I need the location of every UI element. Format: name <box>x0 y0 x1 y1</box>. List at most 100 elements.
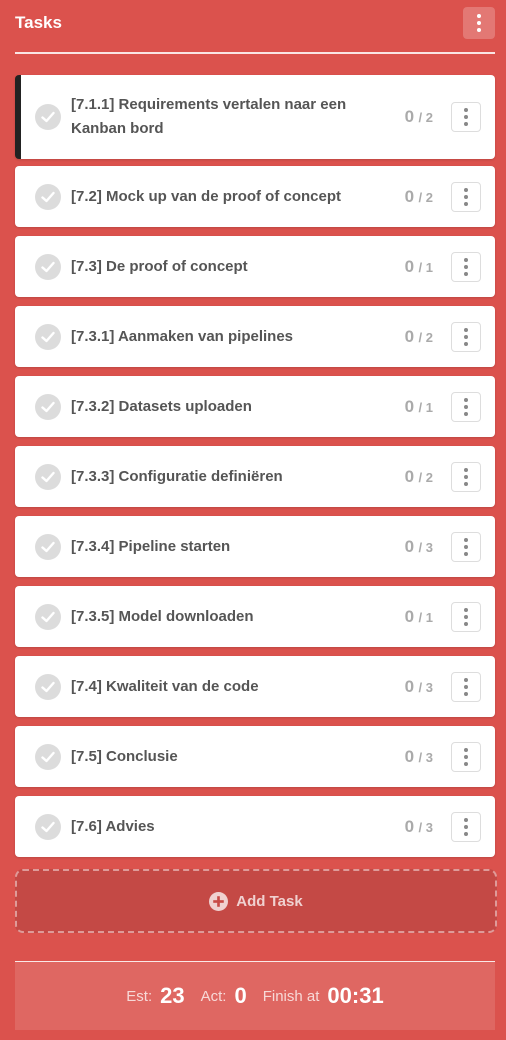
task-item[interactable]: [7.3.3] Configuratie definiëren 0 / 2 <box>15 446 495 507</box>
act-count: 0 <box>404 606 415 626</box>
check-circle-icon[interactable] <box>35 813 61 840</box>
kebab-dot <box>464 761 468 766</box>
check-circle-icon[interactable] <box>35 393 61 420</box>
kebab-menu-icon <box>464 327 468 332</box>
kebab-dot <box>464 824 468 829</box>
est-count: / 1 <box>418 399 433 415</box>
kebab-dot <box>464 481 468 486</box>
est-count: / 2 <box>418 110 433 125</box>
act-count: 0 <box>404 107 415 126</box>
task-item[interactable]: [7.5] Conclusie 0 / 3 <box>15 726 495 787</box>
check-circle-icon[interactable] <box>35 323 61 350</box>
task-name: [7.3.3] Configuratie definiëren <box>71 467 283 485</box>
check-circle-icon[interactable] <box>35 253 61 280</box>
est-count: / 3 <box>418 819 433 835</box>
task-menu-button[interactable] <box>451 391 481 422</box>
pomodoro-count: 0 / 2 <box>405 107 433 127</box>
task-item[interactable]: [7.3.4] Pipeline starten 0 / 3 <box>15 516 495 577</box>
pomodoro-count: 0 / 2 <box>405 467 433 487</box>
task-menu-button[interactable] <box>451 811 481 842</box>
kebab-dot <box>464 194 468 199</box>
est-value: 23 <box>160 983 185 1008</box>
task-item[interactable]: [7.3.1] Aanmaken van pipelines 0 / 2 <box>15 306 495 367</box>
est-count: / 3 <box>418 539 433 555</box>
check-circle-icon[interactable] <box>35 533 61 560</box>
kebab-dot <box>464 621 468 626</box>
kebab-dot <box>464 404 468 409</box>
act-label: Act: <box>200 987 227 1005</box>
task-name: [7.3.4] Pipeline starten <box>71 537 231 555</box>
add-task-label: Add Task <box>236 892 303 910</box>
task-menu-button[interactable] <box>451 741 481 772</box>
task-menu-button[interactable] <box>451 251 481 282</box>
kebab-dot <box>464 411 468 416</box>
check-circle-icon[interactable] <box>35 183 61 210</box>
est-count: / 2 <box>418 329 433 345</box>
task-menu-button[interactable] <box>451 102 481 132</box>
pomodoro-count: 0 / 1 <box>405 607 433 627</box>
kebab-menu-icon <box>464 747 468 752</box>
task-name: [7.3] De proof of concept <box>71 257 248 275</box>
pomodoro-count: 0 / 3 <box>405 817 433 837</box>
kebab-dot <box>464 264 468 269</box>
header-menu-button[interactable] <box>463 7 495 39</box>
act-count: 0 <box>404 466 415 486</box>
check-circle-icon[interactable] <box>35 104 61 130</box>
est-count: / 1 <box>418 259 433 275</box>
est-count: / 3 <box>418 679 433 695</box>
check-circle-icon[interactable] <box>35 743 61 770</box>
kebab-dot <box>464 271 468 276</box>
check-circle-icon[interactable] <box>35 673 61 700</box>
page-title: Tasks <box>15 13 62 32</box>
task-name: [7.6] Advies <box>71 817 155 835</box>
act-count: 0 <box>404 536 415 556</box>
pomodoro-count: 0 / 1 <box>405 397 433 417</box>
kebab-menu-icon <box>464 607 468 612</box>
kebab-dot <box>464 684 468 689</box>
tasks-header: Tasks <box>15 0 495 54</box>
task-name: [7.2] Mock up van de proof of concept <box>71 187 342 205</box>
task-item[interactable]: [7.3.2] Datasets uploaden 0 / 1 <box>15 376 495 437</box>
task-item[interactable]: [7.2] Mock up van de proof of concept 0 … <box>15 166 495 227</box>
check-circle-icon[interactable] <box>35 603 61 630</box>
add-task-button[interactable]: Add Task <box>15 869 497 933</box>
footer-summary: Est: 23 Act: 0 Finish at 00:31 <box>15 961 495 1030</box>
pomodoro-count: 0 / 3 <box>405 747 433 767</box>
task-menu-button[interactable] <box>451 601 481 632</box>
task-menu-button[interactable] <box>451 671 481 702</box>
check-circle-icon[interactable] <box>35 463 61 490</box>
kebab-menu-icon <box>464 817 468 822</box>
kebab-dot <box>464 334 468 339</box>
pomodoro-count: 0 / 1 <box>405 257 433 277</box>
kebab-menu-icon <box>464 677 468 682</box>
act-count: 0 <box>404 186 415 206</box>
kebab-menu-icon <box>464 537 468 542</box>
kebab-dot <box>464 115 468 119</box>
act-count: 0 <box>404 326 415 346</box>
task-menu-button[interactable] <box>451 531 481 562</box>
task-menu-button[interactable] <box>451 461 481 492</box>
task-name: [7.3.1] Aanmaken van pipelines <box>71 327 294 345</box>
task-item[interactable]: [7.4] Kwaliteit van de code 0 / 3 <box>15 656 495 717</box>
est-count: / 2 <box>418 469 433 485</box>
task-item[interactable]: [7.1.1] Requirements vertalen naar een K… <box>15 75 495 159</box>
task-name: [7.5] Conclusie <box>71 747 178 765</box>
pomodoro-count: 0 / 3 <box>405 677 433 697</box>
est-count: / 1 <box>418 609 433 625</box>
act-count: 0 <box>404 676 415 696</box>
task-item[interactable]: [7.3] De proof of concept 0 / 1 <box>15 236 495 297</box>
task-item[interactable]: [7.3.5] Model downloaden 0 / 1 <box>15 586 495 647</box>
task-name: [7.4] Kwaliteit van de code <box>71 677 259 695</box>
task-name: [7.3.2] Datasets uploaden <box>71 397 252 415</box>
kebab-menu-icon <box>477 14 481 18</box>
kebab-dot <box>477 28 481 32</box>
kebab-menu-icon <box>464 108 468 112</box>
task-menu-button[interactable] <box>451 321 481 352</box>
plus-circle-icon <box>209 891 229 911</box>
pomodoro-count: 0 / 3 <box>405 537 433 557</box>
task-name: [7.3.5] Model downloaden <box>71 607 254 625</box>
kebab-dot <box>464 474 468 479</box>
task-menu-button[interactable] <box>451 181 481 212</box>
task-item[interactable]: [7.6] Advies 0 / 3 <box>15 796 495 857</box>
pomodoro-count: 0 / 2 <box>405 327 433 347</box>
